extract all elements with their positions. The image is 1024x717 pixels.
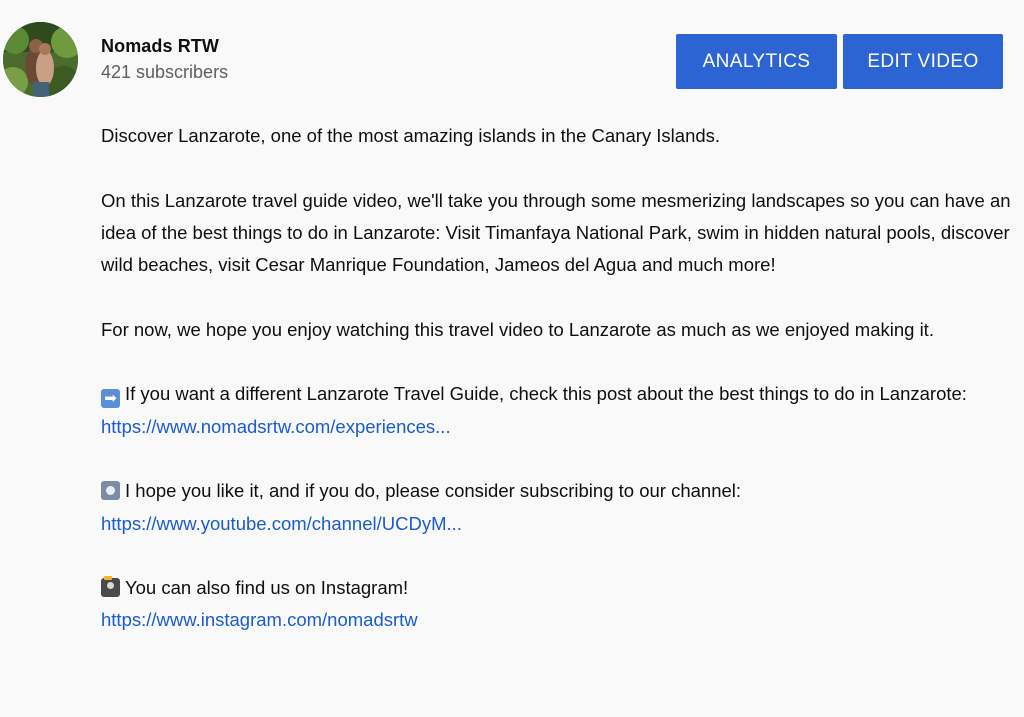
instagram-link[interactable]: https://www.instagram.com/nomadsrtw — [101, 609, 418, 630]
channel-link[interactable]: https://www.youtube.com/channel/UCDyM... — [101, 513, 462, 534]
description-intro: Discover Lanzarote, one of the most amaz… — [101, 125, 721, 146]
description-closing: For now, we hope you enjoy watching this… — [101, 318, 934, 340]
description-body: On this Lanzarote travel guide video, we… — [101, 189, 1011, 276]
camera-with-flash-emoji-icon — [101, 576, 120, 598]
guide-link[interactable]: https://www.nomadsrtw.com/experiences... — [101, 416, 451, 437]
edit-video-button[interactable]: EDIT VIDEO — [843, 34, 1003, 89]
subscribe-paragraph: I hope you like it, and if you do, pleas… — [101, 475, 1011, 507]
guide-text: If you want a different Lanzarote Travel… — [125, 383, 967, 405]
channel-name[interactable]: Nomads RTW — [101, 36, 219, 57]
channel-avatar[interactable] — [3, 22, 78, 97]
subscribe-text: I hope you like it, and if you do, pleas… — [125, 480, 742, 502]
avatar-photo — [3, 22, 78, 97]
right-arrow-emoji-icon: ➡ — [101, 389, 120, 409]
guide-paragraph: ➡ If you want a different Lanzarote Trave… — [101, 378, 1011, 410]
analytics-button[interactable]: ANALYTICS — [676, 34, 837, 89]
video-details-page: Nomads RTW 421 subscribers ANALYTICS EDI… — [0, 0, 1024, 717]
instagram-link-line: https://www.instagram.com/nomadsrtw — [101, 604, 1011, 636]
instagram-paragraph: You can also find us on Instagram! — [101, 572, 1011, 604]
instagram-text: You can also find us on Instagram! — [125, 577, 409, 599]
subscribe-link-line: https://www.youtube.com/channel/UCDyM... — [101, 508, 1011, 540]
guide-link-line: https://www.nomadsrtw.com/experiences... — [101, 411, 1011, 443]
video-description: Discover Lanzarote, one of the most amaz… — [101, 120, 1011, 637]
subscriber-count: 421 subscribers — [101, 62, 229, 82]
movie-camera-emoji-icon — [101, 481, 120, 501]
